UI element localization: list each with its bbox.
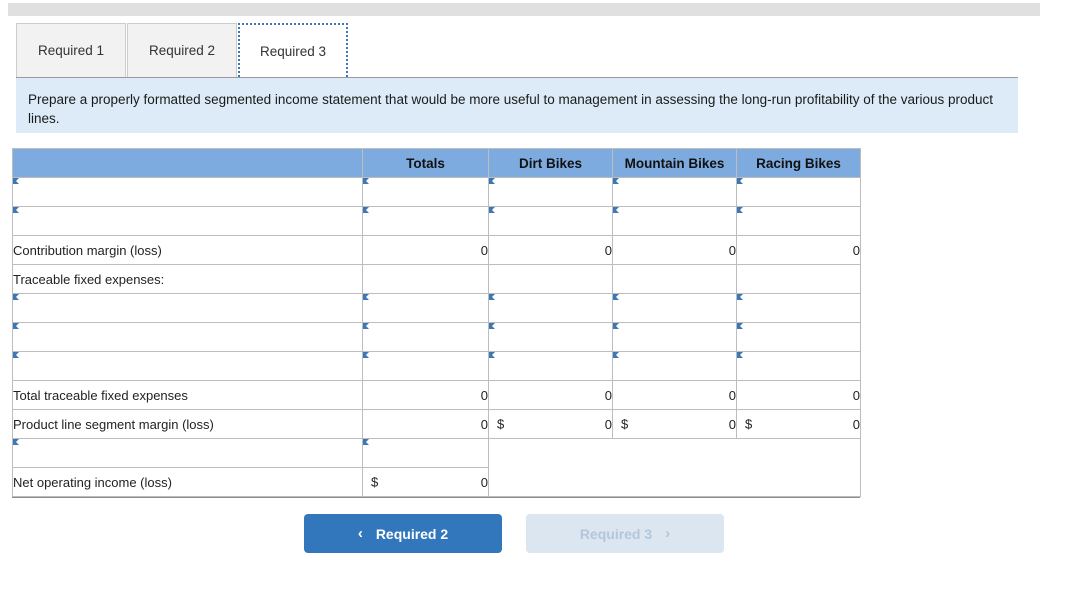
- segmented-income-statement: Totals Dirt Bikes Mountain Bikes Racing …: [12, 148, 861, 498]
- input-cell-label-1[interactable]: [12, 206, 363, 236]
- row-label-total-traceable-fixed-expenses: Total traceable fixed expenses: [12, 380, 363, 410]
- input-cell-dirt-6[interactable]: [488, 351, 613, 381]
- currency-symbol: $: [745, 416, 753, 432]
- currency-symbol: $: [371, 474, 379, 490]
- empty-region: [488, 438, 861, 497]
- tab-strip: Required 1 Required 2 Required 3: [16, 23, 349, 77]
- top-grey-bar: [8, 3, 1040, 16]
- column-header-mountain-bikes: Mountain Bikes: [612, 148, 737, 178]
- value-totals-traceable-header: [362, 264, 489, 294]
- table-row: Contribution margin (loss) 0 0 0 0: [12, 235, 861, 265]
- tab-label: Required 2: [148, 43, 216, 58]
- instruction-text: Prepare a properly formatted segmented i…: [28, 92, 994, 126]
- value-mountain-total-traceable: 0: [612, 380, 737, 410]
- worksheet-table: Totals Dirt Bikes Mountain Bikes Racing …: [12, 148, 861, 497]
- input-cell-totals-4[interactable]: [362, 293, 489, 323]
- row-label-traceable-fixed-expenses: Traceable fixed expenses:: [12, 264, 363, 294]
- value-mountain-traceable-header: [612, 264, 737, 294]
- row-label-contribution-margin: Contribution margin (loss): [12, 235, 363, 265]
- table-row: [12, 322, 861, 352]
- previous-required-button[interactable]: ‹ Required 2: [304, 514, 502, 553]
- next-button-label: Required 3: [579, 525, 653, 542]
- previous-button-label: Required 2: [375, 525, 449, 542]
- tab-required-3[interactable]: Required 3: [238, 23, 348, 77]
- value-racing-segment-margin-cell: $ 0: [736, 409, 861, 439]
- input-cell-dirt-4[interactable]: [488, 293, 613, 323]
- value-totals-segment-margin: 0: [362, 409, 489, 439]
- value-racing-contribution-margin: 0: [736, 235, 861, 265]
- table-row: [12, 293, 861, 323]
- table-row: [12, 177, 861, 207]
- column-header-racing-bikes: Racing Bikes: [736, 148, 861, 178]
- input-cell-label-9[interactable]: [12, 438, 363, 468]
- input-cell-racing-1[interactable]: [736, 206, 861, 236]
- value-dirt-traceable-header: [488, 264, 613, 294]
- navigation-bar: ‹ Required 2 Required 3 ›: [304, 514, 724, 553]
- currency-symbol: $: [497, 416, 505, 432]
- input-cell-mountain-6[interactable]: [612, 351, 737, 381]
- input-cell-label-0[interactable]: [12, 177, 363, 207]
- input-cell-mountain-1[interactable]: [612, 206, 737, 236]
- chevron-left-icon: ‹: [357, 525, 363, 542]
- input-cell-label-5[interactable]: [12, 322, 363, 352]
- value-mountain-segment-margin: 0: [728, 416, 736, 432]
- input-cell-label-4[interactable]: [12, 293, 363, 323]
- table-row: Product line segment margin (loss) 0 $ 0…: [12, 409, 861, 439]
- value-racing-segment-margin: 0: [852, 416, 860, 432]
- row-label-net-operating-income: Net operating income (loss): [12, 467, 363, 497]
- column-header-dirt-bikes: Dirt Bikes: [488, 148, 613, 178]
- column-header-totals: Totals: [362, 148, 489, 178]
- table-row: [12, 438, 861, 497]
- input-cell-mountain-4[interactable]: [612, 293, 737, 323]
- row-label-product-line-segment-margin: Product line segment margin (loss): [12, 409, 363, 439]
- input-cell-label-6[interactable]: [12, 351, 363, 381]
- table-row: [12, 206, 861, 236]
- input-cell-totals-9[interactable]: [362, 438, 489, 468]
- input-cell-racing-5[interactable]: [736, 322, 861, 352]
- value-racing-total-traceable: 0: [736, 380, 861, 410]
- instruction-banner: Prepare a properly formatted segmented i…: [16, 78, 1018, 133]
- input-cell-dirt-0[interactable]: [488, 177, 613, 207]
- input-cell-racing-0[interactable]: [736, 177, 861, 207]
- tab-required-1[interactable]: Required 1: [16, 23, 126, 77]
- input-cell-dirt-1[interactable]: [488, 206, 613, 236]
- input-cell-dirt-5[interactable]: [488, 322, 613, 352]
- input-cell-mountain-0[interactable]: [612, 177, 737, 207]
- column-header-blank: [12, 148, 363, 178]
- input-cell-totals-1[interactable]: [362, 206, 489, 236]
- value-mountain-segment-margin-cell: $ 0: [612, 409, 737, 439]
- currency-symbol: $: [621, 416, 629, 432]
- input-cell-totals-5[interactable]: [362, 322, 489, 352]
- input-cell-racing-6[interactable]: [736, 351, 861, 381]
- value-racing-traceable-header: [736, 264, 861, 294]
- value-dirt-segment-margin: 0: [604, 416, 612, 432]
- value-totals-contribution-margin: 0: [362, 235, 489, 265]
- table-row: Total traceable fixed expenses 0 0 0 0: [12, 380, 861, 410]
- input-cell-totals-0[interactable]: [362, 177, 489, 207]
- chevron-right-icon: ›: [665, 525, 671, 542]
- tab-label: Required 1: [37, 43, 105, 58]
- input-cell-racing-4[interactable]: [736, 293, 861, 323]
- tab-required-2[interactable]: Required 2: [127, 23, 237, 77]
- table-row: [12, 351, 861, 381]
- value-totals-net-operating-income-cell: $ 0: [362, 467, 489, 497]
- value-totals-total-traceable: 0: [362, 380, 489, 410]
- value-dirt-segment-margin-cell: $ 0: [488, 409, 613, 439]
- tab-label: Required 3: [259, 43, 327, 59]
- input-cell-mountain-5[interactable]: [612, 322, 737, 352]
- value-mountain-contribution-margin: 0: [612, 235, 737, 265]
- value-totals-net-operating-income: 0: [480, 474, 488, 490]
- next-required-button[interactable]: Required 3 ›: [526, 514, 724, 553]
- input-cell-totals-6[interactable]: [362, 351, 489, 381]
- value-dirt-contribution-margin: 0: [488, 235, 613, 265]
- value-dirt-total-traceable: 0: [488, 380, 613, 410]
- table-row: Traceable fixed expenses:: [12, 264, 861, 294]
- table-header-row: Totals Dirt Bikes Mountain Bikes Racing …: [12, 148, 861, 178]
